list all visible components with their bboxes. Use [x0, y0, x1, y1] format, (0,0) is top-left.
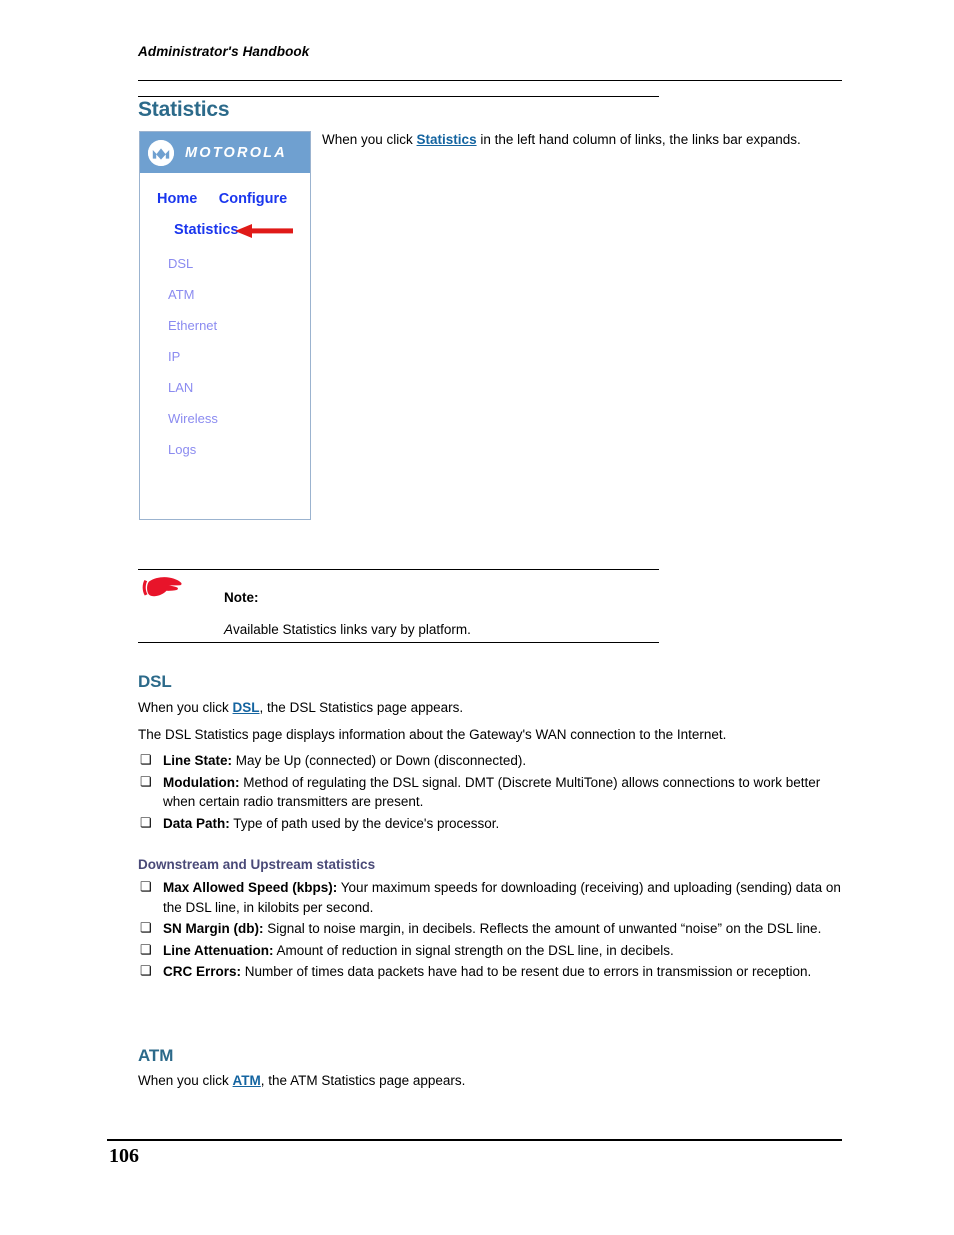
list-item: ❏ Modulation: Method of regulating the D…	[138, 773, 844, 812]
downstream-upstream-bullet-list: ❏ Max Allowed Speed (kbps): Your maximum…	[138, 878, 844, 984]
list-item: ❏ Max Allowed Speed (kbps): Your maximum…	[138, 878, 844, 917]
bullet-term: SN Margin (db):	[163, 921, 264, 936]
list-item: ❏ Line State: May be Up (connected) or D…	[138, 751, 844, 771]
square-bullet-icon: ❏	[140, 941, 152, 957]
atm-link[interactable]: ATM	[233, 1073, 261, 1088]
note-text-rest: vailable Statistics links vary by platfo…	[233, 622, 471, 637]
bullet-term: Line State:	[163, 753, 233, 768]
nav-sublink-atm[interactable]: ATM	[168, 287, 310, 302]
square-bullet-icon: ❏	[140, 920, 152, 935]
nav-sublink-wireless[interactable]: Wireless	[168, 411, 310, 426]
nav-sublink-logs[interactable]: Logs	[168, 442, 310, 457]
square-bullet-icon: ❏	[140, 963, 152, 978]
nav-row-statistics: Statistics	[140, 222, 310, 241]
header-rule	[138, 80, 842, 81]
bullet-desc: Type of path used by the device's proces…	[229, 815, 500, 831]
nav-link-configure[interactable]: Configure	[219, 191, 287, 207]
bullet-desc: Signal to noise margin, in decibels. Ref…	[263, 921, 822, 936]
bullet-desc: Number of times data packets have had to…	[241, 964, 812, 979]
atm-intro-before: When you click	[138, 1073, 233, 1088]
section-heading-dsl: DSL	[138, 672, 172, 691]
bullet-term: Modulation:	[163, 774, 240, 790]
bullet-term: Max Allowed Speed (kbps):	[163, 880, 338, 895]
running-head: Administrator's Handbook	[138, 44, 310, 59]
document-page: Administrator's Handbook Statistics MOTO…	[0, 0, 954, 1235]
section-heading-atm: ATM	[138, 1046, 174, 1065]
dsl-link[interactable]: DSL	[233, 700, 260, 715]
motorola-gateway-screenshot: MOTOROLA Home Configure Statistics DSL A…	[139, 131, 311, 520]
screenshot-brand-header: MOTOROLA	[140, 132, 310, 173]
atm-intro-after: , the ATM Statistics page appears.	[260, 1073, 466, 1088]
nav-link-home[interactable]: Home	[157, 191, 197, 207]
list-item: ❏ Data Path: Type of path used by the de…	[138, 814, 844, 834]
note-text-lead: A	[224, 622, 234, 637]
pointing-hand-icon	[141, 572, 197, 602]
subsection-heading-downstream-upstream: Downstream and Upstream statistics	[138, 857, 376, 872]
list-item: ❏ SN Margin (db): Signal to noise margin…	[138, 919, 844, 939]
bullet-term: Data Path:	[163, 815, 230, 831]
note-text: Available Statistics links vary by platf…	[224, 622, 471, 637]
intro-text-after: in the left hand column of links, the li…	[476, 132, 801, 147]
footer-rule	[107, 1139, 842, 1141]
square-bullet-icon: ❏	[140, 879, 152, 894]
dsl-intro-after: , the DSL Statistics page appears.	[259, 700, 464, 715]
nav-sublink-dsl[interactable]: DSL	[168, 256, 310, 271]
square-bullet-icon: ❏	[140, 773, 152, 789]
statistics-link[interactable]: Statistics	[417, 132, 477, 147]
nav-sublink-ethernet[interactable]: Ethernet	[168, 318, 310, 333]
dsl-description-paragraph: The DSL Statistics page displays informa…	[138, 727, 727, 742]
note-rule-top	[138, 569, 659, 570]
intro-paragraph: When you click Statistics in the left ha…	[322, 130, 822, 149]
motorola-wordmark: MOTOROLA	[185, 144, 287, 161]
bullet-desc: Method of regulating the DSL signal. DMT…	[163, 774, 821, 810]
dsl-intro-before: When you click	[138, 700, 233, 715]
page-title: Statistics	[138, 98, 230, 121]
square-bullet-icon: ❏	[140, 752, 152, 767]
bullet-desc: May be Up (connected) or Down (disconnec…	[232, 753, 527, 768]
page-number: 106	[109, 1145, 139, 1167]
bullet-desc: Amount of reduction in signal strength o…	[273, 942, 674, 958]
motorola-m-logo-icon	[148, 139, 174, 166]
intro-text-before: When you click	[322, 132, 417, 147]
nav-sublink-lan[interactable]: LAN	[168, 380, 310, 395]
square-bullet-icon: ❏	[140, 814, 152, 830]
dsl-intro-paragraph: When you click DSL, the DSL Statistics p…	[138, 698, 844, 717]
screenshot-nav: Home Configure Statistics DSL ATM Ethern…	[140, 173, 310, 457]
note-label: Note:	[224, 590, 259, 605]
dsl-bullet-list: ❏ Line State: May be Up (connected) or D…	[138, 751, 844, 835]
bullet-term: CRC Errors:	[163, 964, 242, 979]
nav-link-statistics[interactable]: Statistics	[174, 222, 238, 238]
list-item: ❏ CRC Errors: Number of times data packe…	[138, 962, 844, 982]
red-left-arrow-icon	[235, 224, 293, 238]
list-item: ❏ Line Attenuation: Amount of reduction …	[138, 941, 844, 961]
atm-intro-paragraph: When you click ATM, the ATM Statistics p…	[138, 1071, 844, 1090]
nav-sublink-ip[interactable]: IP	[168, 349, 310, 364]
note-rule-bottom	[138, 642, 659, 643]
bullet-term: Line Attenuation:	[163, 942, 274, 958]
chapter-rule	[138, 96, 659, 97]
